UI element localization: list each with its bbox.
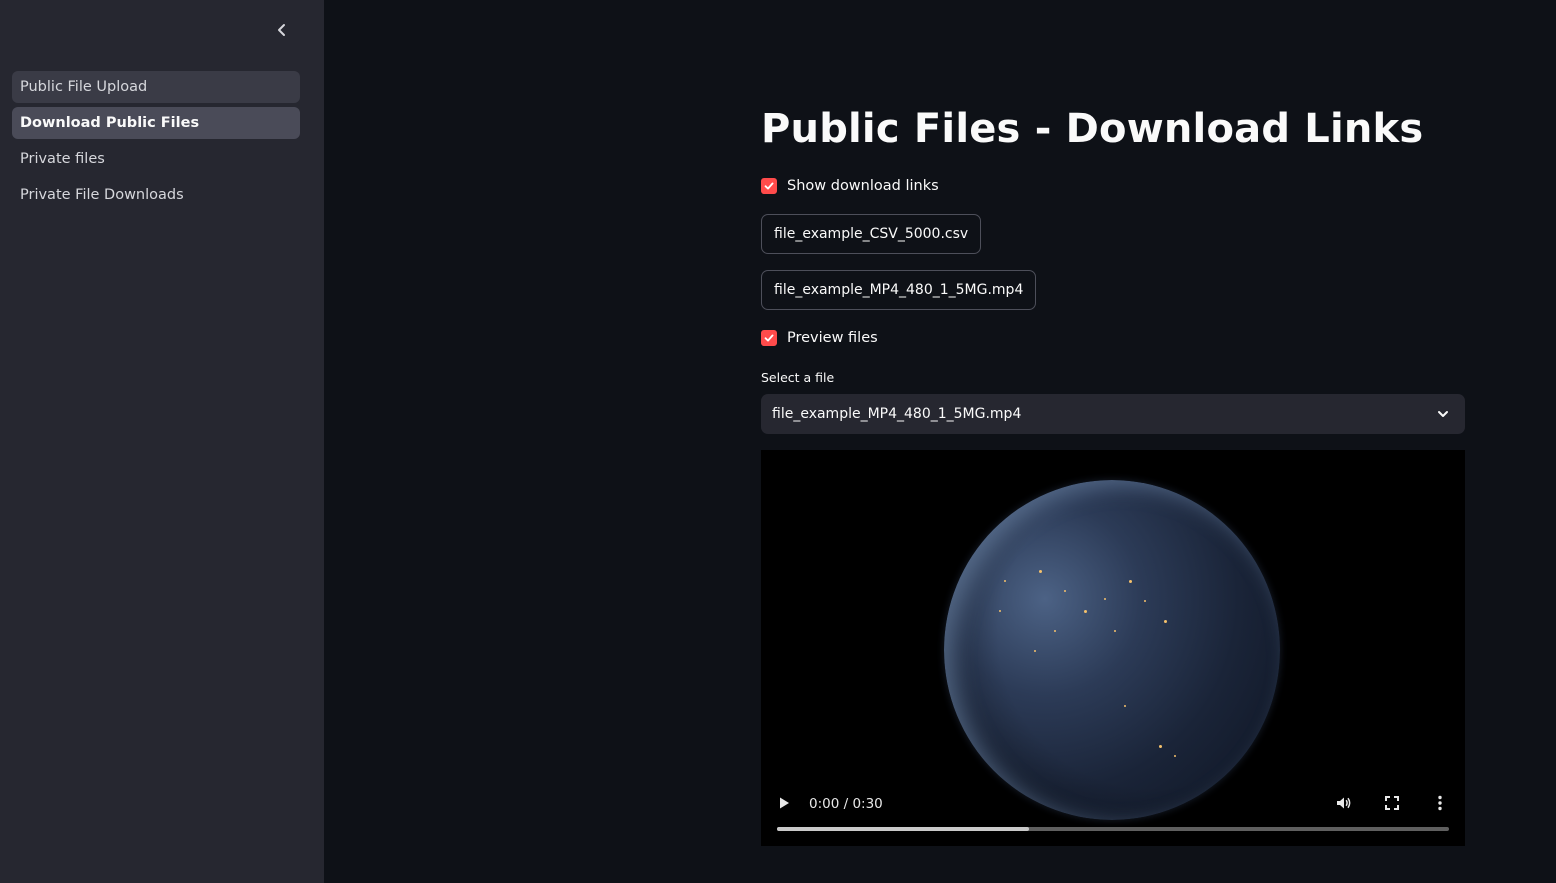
volume-icon[interactable] (1335, 794, 1353, 816)
checkbox-checked-icon (761, 330, 777, 346)
sidebar-item-download-public-files[interactable]: Download Public Files (12, 107, 300, 139)
play-icon[interactable] (777, 795, 791, 814)
fullscreen-icon[interactable] (1383, 794, 1401, 816)
app: Public File Upload Download Public Files… (0, 0, 1556, 883)
preview-files-label: Preview files (787, 330, 878, 346)
chevron-down-icon (1438, 411, 1448, 417)
show-download-links-label: Show download links (787, 178, 939, 194)
sidebar-nav: Public File Upload Download Public Files… (12, 71, 300, 215)
video-player[interactable]: 0:00 / 0:30 (761, 450, 1465, 846)
file-select[interactable]: file_example_MP4_480_1_5MG.mp4 (761, 394, 1465, 434)
download-mp4-button[interactable]: file_example_MP4_480_1_5MG.mp4 (761, 270, 1037, 310)
page-title: Public Files - Download Links (761, 106, 1424, 152)
sidebar-item-private-file-downloads[interactable]: Private File Downloads (12, 179, 300, 211)
video-frame-earth (944, 480, 1280, 820)
file-select-value: file_example_MP4_480_1_5MG.mp4 (772, 406, 1022, 422)
video-controls: 0:00 / 0:30 (761, 776, 1465, 846)
preview-files-checkbox[interactable]: Preview files (761, 330, 878, 346)
sidebar: Public File Upload Download Public Files… (0, 0, 324, 883)
checkbox-checked-icon (761, 178, 777, 194)
select-file-label: Select a file (761, 370, 835, 385)
video-time: 0:00 / 0:30 (809, 796, 883, 812)
collapse-sidebar-button[interactable] (268, 16, 296, 44)
chevron-left-icon (278, 24, 285, 36)
video-progress-bar[interactable] (777, 827, 1449, 831)
download-csv-button[interactable]: file_example_CSV_5000.csv (761, 214, 982, 254)
sidebar-item-private-files[interactable]: Private files (12, 143, 300, 175)
more-options-icon[interactable] (1431, 794, 1449, 816)
sidebar-item-public-file-upload[interactable]: Public File Upload (12, 71, 300, 103)
video-buffered-fill (777, 827, 1029, 831)
show-download-links-checkbox[interactable]: Show download links (761, 178, 939, 194)
